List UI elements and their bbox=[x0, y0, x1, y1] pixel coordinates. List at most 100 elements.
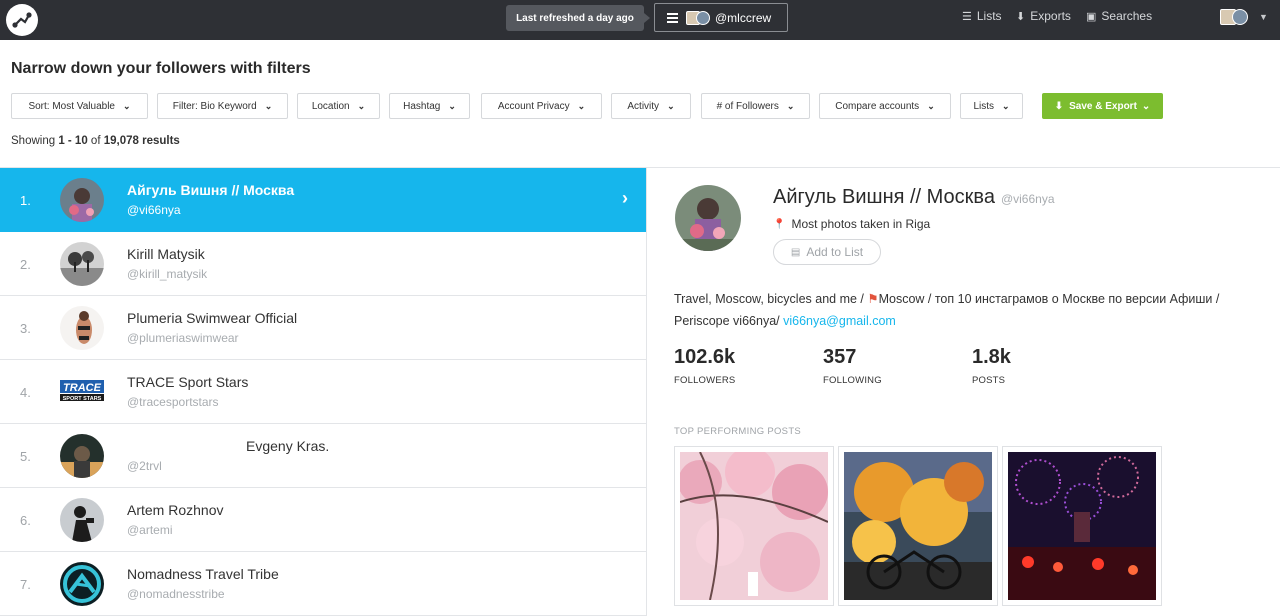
nav-lists-label: Lists bbox=[976, 9, 1002, 23]
followers-count-filter-dropdown[interactable]: # of Followers ⌄ bbox=[701, 93, 810, 119]
profile-bio: Travel, Moscow, bicycles and me / ⚑Mosco… bbox=[674, 288, 1274, 332]
add-to-list-button[interactable]: ▤ Add to List bbox=[773, 239, 881, 265]
list-item[interactable]: 3. Plumeria Swimwear Official @plumerias… bbox=[0, 296, 646, 360]
activity-filter-dropdown[interactable]: Activity ⌄ bbox=[611, 93, 691, 119]
account-switcher-button[interactable]: @mlccrew bbox=[654, 3, 788, 32]
chevron-right-icon: › bbox=[622, 188, 628, 208]
followers-stat: 102.6k FOLLOWERS bbox=[674, 346, 735, 386]
filter-label: # of Followers bbox=[716, 100, 779, 112]
list-item[interactable]: 1. Айгуль Вишня // Москва @vi66nya › bbox=[0, 168, 646, 232]
list-icon: ☰ bbox=[962, 10, 972, 23]
rank-number: 1. bbox=[20, 193, 31, 208]
stat-value: 102.6k bbox=[674, 346, 736, 368]
stat-label: POSTS bbox=[972, 375, 1006, 386]
post-image bbox=[844, 452, 992, 600]
filter-label: Location bbox=[311, 100, 350, 112]
following-stat: 357 FOLLOWING bbox=[823, 346, 882, 386]
map-pin-icon: 📍 bbox=[773, 218, 786, 230]
results-count: Showing 1 - 10 of 19,078 results bbox=[11, 135, 180, 147]
stat-value: 357 bbox=[823, 346, 857, 368]
follower-handle: @2trvl bbox=[127, 459, 162, 473]
top-navigation-bar: Last refreshed a day ago @mlccrew ☰ List… bbox=[0, 0, 1280, 40]
filter-label: Lists bbox=[973, 100, 994, 112]
download-icon: ⬇ bbox=[1054, 100, 1064, 112]
chevron-down-icon: ⌄ bbox=[122, 100, 131, 111]
last-refreshed-badge: Last refreshed a day ago bbox=[506, 5, 650, 31]
nav-exports-label: Exports bbox=[1030, 9, 1071, 23]
account-privacy-filter-dropdown[interactable]: Account Privacy ⌄ bbox=[481, 93, 602, 119]
account-handle: @mlccrew bbox=[715, 10, 772, 25]
profile-location: 📍 Most photos taken in Riga bbox=[773, 217, 930, 231]
filter-label: Account Privacy bbox=[497, 100, 570, 112]
post-image bbox=[680, 452, 828, 600]
rank-number: 5. bbox=[20, 449, 31, 464]
rank-number: 2. bbox=[20, 257, 31, 272]
list-item[interactable]: 5. Evgeny Kras. @2trvl bbox=[0, 424, 646, 488]
avatar bbox=[60, 178, 104, 222]
follower-handle: @vi66nya bbox=[127, 203, 181, 217]
chevron-down-icon: ▼ bbox=[1259, 12, 1268, 22]
chevron-down-icon: ⌄ bbox=[357, 100, 366, 111]
list-item[interactable]: 7. Nomadness Travel Tribe @nomadnesstrib… bbox=[0, 552, 646, 616]
user-avatar bbox=[1220, 9, 1248, 25]
top-post-thumbnail[interactable] bbox=[838, 446, 998, 606]
results-of: of bbox=[87, 135, 104, 147]
avatar: TRACE SPORT STARS bbox=[60, 372, 104, 416]
save-export-button[interactable]: ⬇ Save & Export ⌄ bbox=[1042, 93, 1163, 119]
chevron-down-icon: ⌄ bbox=[667, 100, 675, 111]
follower-handle: @kirill_matysik bbox=[127, 267, 208, 281]
follower-name: Plumeria Swimwear Official bbox=[127, 310, 298, 326]
results-prefix: Showing bbox=[11, 135, 59, 147]
location-filter-dropdown[interactable]: Location ⌄ bbox=[297, 93, 380, 119]
user-menu-dropdown[interactable]: ▼ bbox=[1220, 9, 1268, 25]
nav-exports-link[interactable]: ⬇ Exports bbox=[1016, 9, 1071, 23]
bio-email-link[interactable]: vi66nya@gmail.com bbox=[783, 314, 896, 328]
sort-dropdown[interactable]: Sort: Most Valuable ⌄ bbox=[11, 93, 148, 119]
avatar bbox=[60, 562, 104, 606]
flag-icon: ⚑ bbox=[867, 292, 879, 306]
nav-searches-label: Searches bbox=[1101, 9, 1153, 23]
follower-name: Nomadness Travel Tribe bbox=[127, 566, 279, 582]
list-item[interactable]: 6. Artem Rozhnov @artemi bbox=[0, 488, 646, 552]
stat-label: FOLLOWERS bbox=[674, 375, 736, 386]
svg-text:TRACE: TRACE bbox=[63, 382, 102, 394]
stat-label: FOLLOWING bbox=[823, 375, 882, 386]
nav-lists-link[interactable]: ☰ Lists bbox=[962, 9, 1002, 23]
add-to-list-label: Add to List bbox=[806, 245, 864, 259]
rank-number: 7. bbox=[20, 577, 31, 592]
hashtag-filter-dropdown[interactable]: Hashtag ⌄ bbox=[389, 93, 470, 119]
chevron-down-icon: ⌄ bbox=[1002, 100, 1010, 111]
chevron-down-icon: ⌄ bbox=[786, 100, 795, 111]
bio-keyword-filter-dropdown[interactable]: Filter: Bio Keyword ⌄ bbox=[157, 93, 288, 119]
results-total: 19,078 results bbox=[103, 135, 180, 147]
download-icon: ⬇ bbox=[1016, 10, 1026, 23]
save-export-label: Save & Export bbox=[1069, 100, 1137, 112]
post-image bbox=[1008, 452, 1156, 600]
rank-number: 3. bbox=[20, 321, 31, 336]
profile-name: Айгуль Вишня // Москва @vi66nya bbox=[773, 186, 1055, 209]
follower-name: TRACE Sport Stars bbox=[127, 374, 249, 390]
page-title: Narrow down your followers with filters bbox=[11, 60, 311, 77]
avatar bbox=[60, 306, 104, 350]
filter-label: Compare accounts bbox=[835, 100, 920, 112]
avatar bbox=[60, 498, 104, 542]
posts-stat: 1.8k POSTS bbox=[972, 346, 1011, 386]
top-post-thumbnail[interactable] bbox=[674, 446, 834, 606]
hamburger-icon bbox=[667, 11, 678, 25]
top-post-thumbnail[interactable] bbox=[1002, 446, 1162, 606]
list-item[interactable]: 2. Kirill Matysik @kirill_matysik bbox=[0, 232, 646, 296]
avatar bbox=[60, 242, 104, 286]
lists-filter-dropdown[interactable]: Lists ⌄ bbox=[960, 93, 1023, 119]
follower-handle: @artemi bbox=[127, 523, 173, 537]
list-item[interactable]: 4. TRACE SPORT STARS TRACE Sport Stars @t… bbox=[0, 360, 646, 424]
profile-handle: @vi66nya bbox=[1000, 192, 1055, 206]
compare-accounts-dropdown[interactable]: Compare accounts ⌄ bbox=[819, 93, 951, 119]
results-range: 1 - 10 bbox=[58, 135, 88, 147]
profile-detail-panel: Айгуль Вишня // Москва @vi66nya 📍 Most ph… bbox=[647, 168, 1280, 616]
avatar bbox=[60, 434, 104, 478]
app-logo-icon[interactable] bbox=[6, 4, 38, 36]
nav-searches-link[interactable]: ▣ Searches bbox=[1086, 9, 1152, 23]
follower-name: Kirill Matysik bbox=[127, 246, 205, 262]
chevron-down-icon: ⌄ bbox=[448, 100, 456, 111]
avatar bbox=[675, 185, 741, 251]
